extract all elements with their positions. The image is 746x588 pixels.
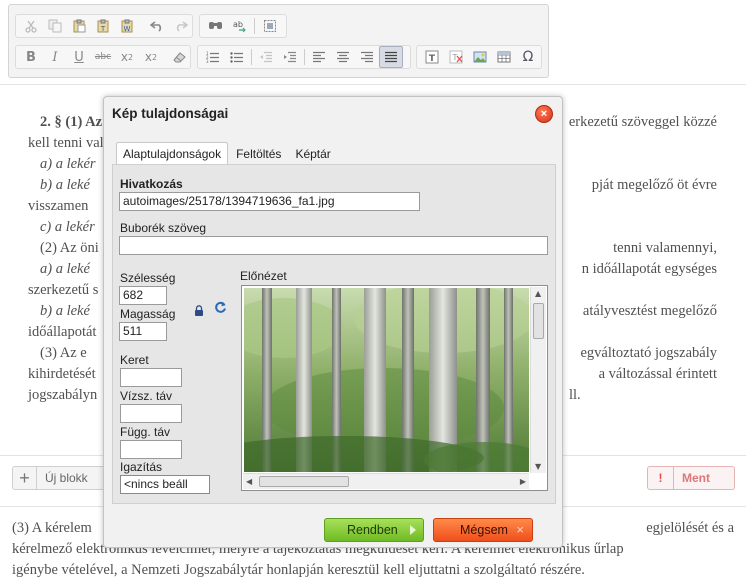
toolbar-group-find: ab bbox=[199, 14, 287, 38]
toolbar-group-styles: B I U abc x2 x2 bbox=[15, 45, 191, 69]
align-center-icon[interactable] bbox=[331, 46, 355, 68]
horizontal-scroll-thumb[interactable] bbox=[259, 476, 349, 487]
underline-icon[interactable]: U bbox=[67, 46, 91, 68]
preview-image bbox=[244, 288, 529, 472]
table-icon[interactable] bbox=[492, 46, 516, 68]
svg-text:T: T bbox=[429, 54, 436, 64]
svg-text:T: T bbox=[452, 53, 458, 62]
svg-text:3: 3 bbox=[206, 59, 209, 63]
close-icon[interactable]: × bbox=[535, 105, 553, 123]
ok-button[interactable]: Rendben bbox=[324, 518, 424, 542]
border-label: Keret bbox=[120, 353, 149, 367]
height-label: Magasság bbox=[120, 307, 176, 321]
editor-toolbar: T W ab B I U abc x2 x2 1 2 3 T T Ω bbox=[8, 4, 549, 78]
preview-horizontal-scrollbar[interactable]: ◀ ▶ bbox=[243, 473, 529, 489]
svg-text:W: W bbox=[124, 25, 131, 33]
arrow-right-icon bbox=[409, 524, 417, 539]
image-properties-dialog: Kép tulajdonságai × Alaptulajdonságok Fe… bbox=[103, 96, 563, 548]
save-label: Ment bbox=[682, 471, 710, 485]
tooltip-label: Buborék szöveg bbox=[120, 221, 207, 235]
scroll-up-icon[interactable]: ▲ bbox=[535, 289, 541, 298]
height-input[interactable]: 511 bbox=[119, 322, 167, 341]
tab-upload[interactable]: Feltöltés bbox=[230, 144, 287, 164]
align-left-icon[interactable] bbox=[307, 46, 331, 68]
preview-vertical-scrollbar[interactable]: ▲ ▼ bbox=[530, 287, 546, 473]
close-icon: × bbox=[516, 522, 524, 537]
reset-size-icon[interactable] bbox=[214, 301, 227, 319]
remove-format-icon[interactable] bbox=[167, 46, 191, 68]
svg-text:T: T bbox=[100, 25, 106, 33]
toolbar-group-insert: T T Ω bbox=[416, 45, 542, 69]
preview-box[interactable]: ▲ ▼ ◀ ▶ bbox=[241, 285, 548, 491]
paste-text-icon[interactable]: T bbox=[91, 15, 115, 37]
image-icon[interactable] bbox=[468, 46, 492, 68]
outdent-icon[interactable] bbox=[254, 46, 278, 68]
find-icon[interactable] bbox=[203, 15, 227, 37]
preview-label: Előnézet bbox=[240, 269, 287, 283]
cut-icon[interactable] bbox=[19, 15, 43, 37]
lock-ratio-icon[interactable] bbox=[194, 303, 204, 321]
vertical-scroll-thumb[interactable] bbox=[533, 303, 544, 339]
remove-text-icon[interactable]: T bbox=[444, 46, 468, 68]
align-select-value: <nincs beáll bbox=[124, 477, 188, 491]
text-field-icon[interactable]: T bbox=[420, 46, 444, 68]
select-all-icon[interactable] bbox=[258, 15, 282, 37]
link-input[interactable]: autoimages/25178/1394719636_fa1.jpg bbox=[119, 192, 420, 211]
vspace-label: Függ. táv bbox=[120, 425, 171, 439]
paste-icon[interactable] bbox=[67, 15, 91, 37]
ok-label: Rendben bbox=[347, 523, 398, 537]
scroll-down-icon[interactable]: ▼ bbox=[535, 462, 541, 471]
redo-icon[interactable] bbox=[169, 15, 193, 37]
width-label: Szélesség bbox=[120, 271, 176, 285]
vspace-input[interactable] bbox=[120, 440, 182, 459]
bulleted-list-icon[interactable] bbox=[225, 46, 249, 68]
undo-icon[interactable] bbox=[145, 15, 169, 37]
save-button[interactable]: ! Ment bbox=[647, 466, 735, 490]
dialog-tabs: Alaptulajdonságok Feltöltés Képtár bbox=[116, 142, 339, 164]
hspace-label: Vízsz. táv bbox=[120, 389, 173, 403]
tab-basic-properties[interactable]: Alaptulajdonságok bbox=[116, 142, 229, 164]
align-right-icon[interactable] bbox=[355, 46, 379, 68]
dialog-title: Kép tulajdonságai bbox=[112, 106, 229, 121]
cancel-button[interactable]: Mégsem × bbox=[433, 518, 533, 542]
scroll-left-icon[interactable]: ◀ bbox=[246, 477, 252, 486]
toolbar-group-paragraph: 123 bbox=[197, 45, 411, 69]
strikethrough-icon[interactable]: abc bbox=[91, 46, 115, 68]
scroll-right-icon[interactable]: ▶ bbox=[520, 477, 526, 486]
link-label: Hivatkozás bbox=[120, 177, 183, 191]
doc-line: igénybe vételével, a Nemzeti Jogszabályt… bbox=[12, 562, 585, 578]
warning-icon: ! bbox=[648, 467, 674, 489]
tab-image-gallery[interactable]: Képtár bbox=[289, 144, 336, 164]
toolbar-group-clipboard: T W bbox=[15, 14, 193, 38]
align-select[interactable]: <nincs beáll bbox=[120, 475, 210, 494]
align-justify-icon[interactable] bbox=[379, 46, 403, 68]
width-input[interactable]: 682 bbox=[119, 286, 167, 305]
svg-text:ab: ab bbox=[233, 20, 243, 29]
border-input[interactable] bbox=[120, 368, 182, 387]
indent-icon[interactable] bbox=[278, 46, 302, 68]
copy-icon[interactable] bbox=[43, 15, 67, 37]
numbered-list-icon[interactable]: 123 bbox=[201, 46, 225, 68]
plus-icon: + bbox=[13, 467, 37, 489]
hspace-input[interactable] bbox=[120, 404, 182, 423]
subscript-icon[interactable]: x2 bbox=[115, 46, 139, 68]
bold-icon[interactable]: B bbox=[19, 46, 43, 68]
align-label: Igazítás bbox=[120, 460, 163, 474]
replace-icon[interactable]: ab bbox=[227, 15, 251, 37]
special-char-icon[interactable]: Ω bbox=[516, 46, 540, 68]
paste-word-icon[interactable]: W bbox=[115, 15, 139, 37]
new-block-label: Új blokk bbox=[45, 471, 88, 485]
tooltip-input[interactable] bbox=[119, 236, 548, 255]
doc-line: egjelölését és a bbox=[646, 520, 734, 536]
cancel-label: Mégsem bbox=[460, 523, 508, 537]
italic-icon[interactable]: I bbox=[43, 46, 67, 68]
superscript-icon[interactable]: x2 bbox=[139, 46, 163, 68]
